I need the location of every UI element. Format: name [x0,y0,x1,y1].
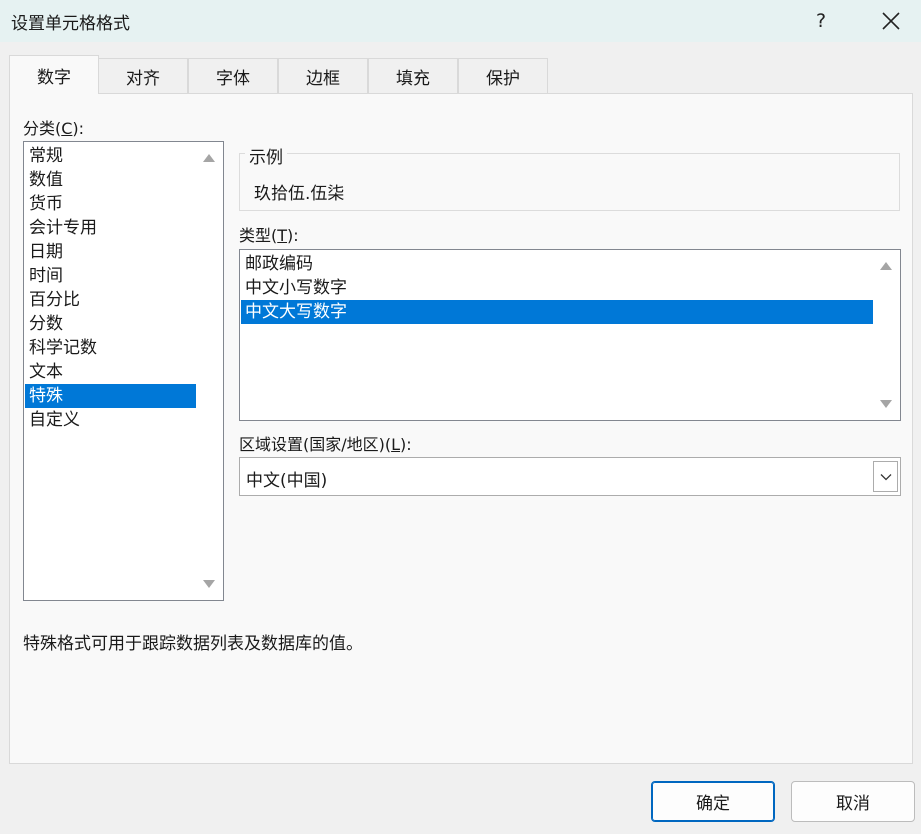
tab-label: 字体 [216,68,250,89]
category-item-scientific[interactable]: 科学记数 [25,336,197,360]
close-icon [882,12,900,30]
ok-button[interactable]: 确定 [651,781,775,822]
locale-label: 区域设置(国家/地区)(L): [239,435,412,454]
category-scrollbar[interactable] [196,143,222,599]
category-item-time[interactable]: 时间 [25,264,197,288]
tab-label: 保护 [486,68,520,89]
tab-fill[interactable]: 填充 [368,58,458,93]
tab-strip: 数字 对齐 字体 边框 填充 保护 [9,55,913,94]
scroll-down-icon[interactable] [203,580,215,588]
sample-legend: 示例 [245,143,287,168]
locale-value: 中文(中国) [246,471,328,491]
close-button[interactable] [868,0,914,42]
category-label: 分类(C): [23,119,85,138]
help-button[interactable]: ? [798,0,844,42]
locale-dropdown-button[interactable] [873,461,898,492]
scroll-down-icon[interactable] [880,400,892,408]
tab-font[interactable]: 字体 [188,58,278,93]
category-item-date[interactable]: 日期 [25,240,197,264]
category-item-fraction[interactable]: 分数 [25,312,197,336]
dialog-title: 设置单元格格式 [11,14,130,34]
tab-border[interactable]: 边框 [278,58,368,93]
scroll-up-icon[interactable] [880,262,892,270]
category-item-text[interactable]: 文本 [25,360,197,384]
sample-value: 玖拾伍.伍柒 [254,184,345,204]
tab-label: 边框 [306,68,340,89]
category-item-percentage[interactable]: 百分比 [25,288,197,312]
tab-label: 数字 [37,67,71,88]
tab-label: 对齐 [126,68,160,89]
type-item-chinese-lowercase[interactable]: 中文小写数字 [241,276,874,300]
type-label: 类型(T): [239,226,299,245]
help-icon: ? [815,10,827,32]
category-item-custom[interactable]: 自定义 [25,408,197,432]
category-item-currency[interactable]: 货币 [25,192,197,216]
format-description: 特殊格式可用于跟踪数据列表及数据库的值。 [23,634,363,654]
category-item-accounting[interactable]: 会计专用 [25,216,197,240]
tab-protection[interactable]: 保护 [458,58,548,93]
title-bar: 设置单元格格式 ? [0,0,921,42]
type-item-postal-code[interactable]: 邮政编码 [241,252,874,276]
locale-select[interactable]: 中文(中国) [239,457,901,496]
tab-alignment[interactable]: 对齐 [98,58,188,93]
type-scrollbar[interactable] [873,251,899,419]
chevron-down-icon [880,473,891,480]
category-list[interactable]: 常规 数值 货币 会计专用 日期 时间 百分比 分数 科学记数 文本 特殊 自定… [23,141,224,601]
cancel-button[interactable]: 取消 [791,781,915,822]
type-item-chinese-uppercase[interactable]: 中文大写数字 [241,300,874,324]
tab-label: 填充 [396,68,430,89]
scroll-up-icon[interactable] [203,154,215,162]
type-list[interactable]: 邮政编码 中文小写数字 中文大写数字 [239,249,901,421]
tab-number[interactable]: 数字 [9,55,99,94]
category-item-general[interactable]: 常规 [25,144,197,168]
category-item-special[interactable]: 特殊 [25,384,197,408]
category-item-number[interactable]: 数值 [25,168,197,192]
